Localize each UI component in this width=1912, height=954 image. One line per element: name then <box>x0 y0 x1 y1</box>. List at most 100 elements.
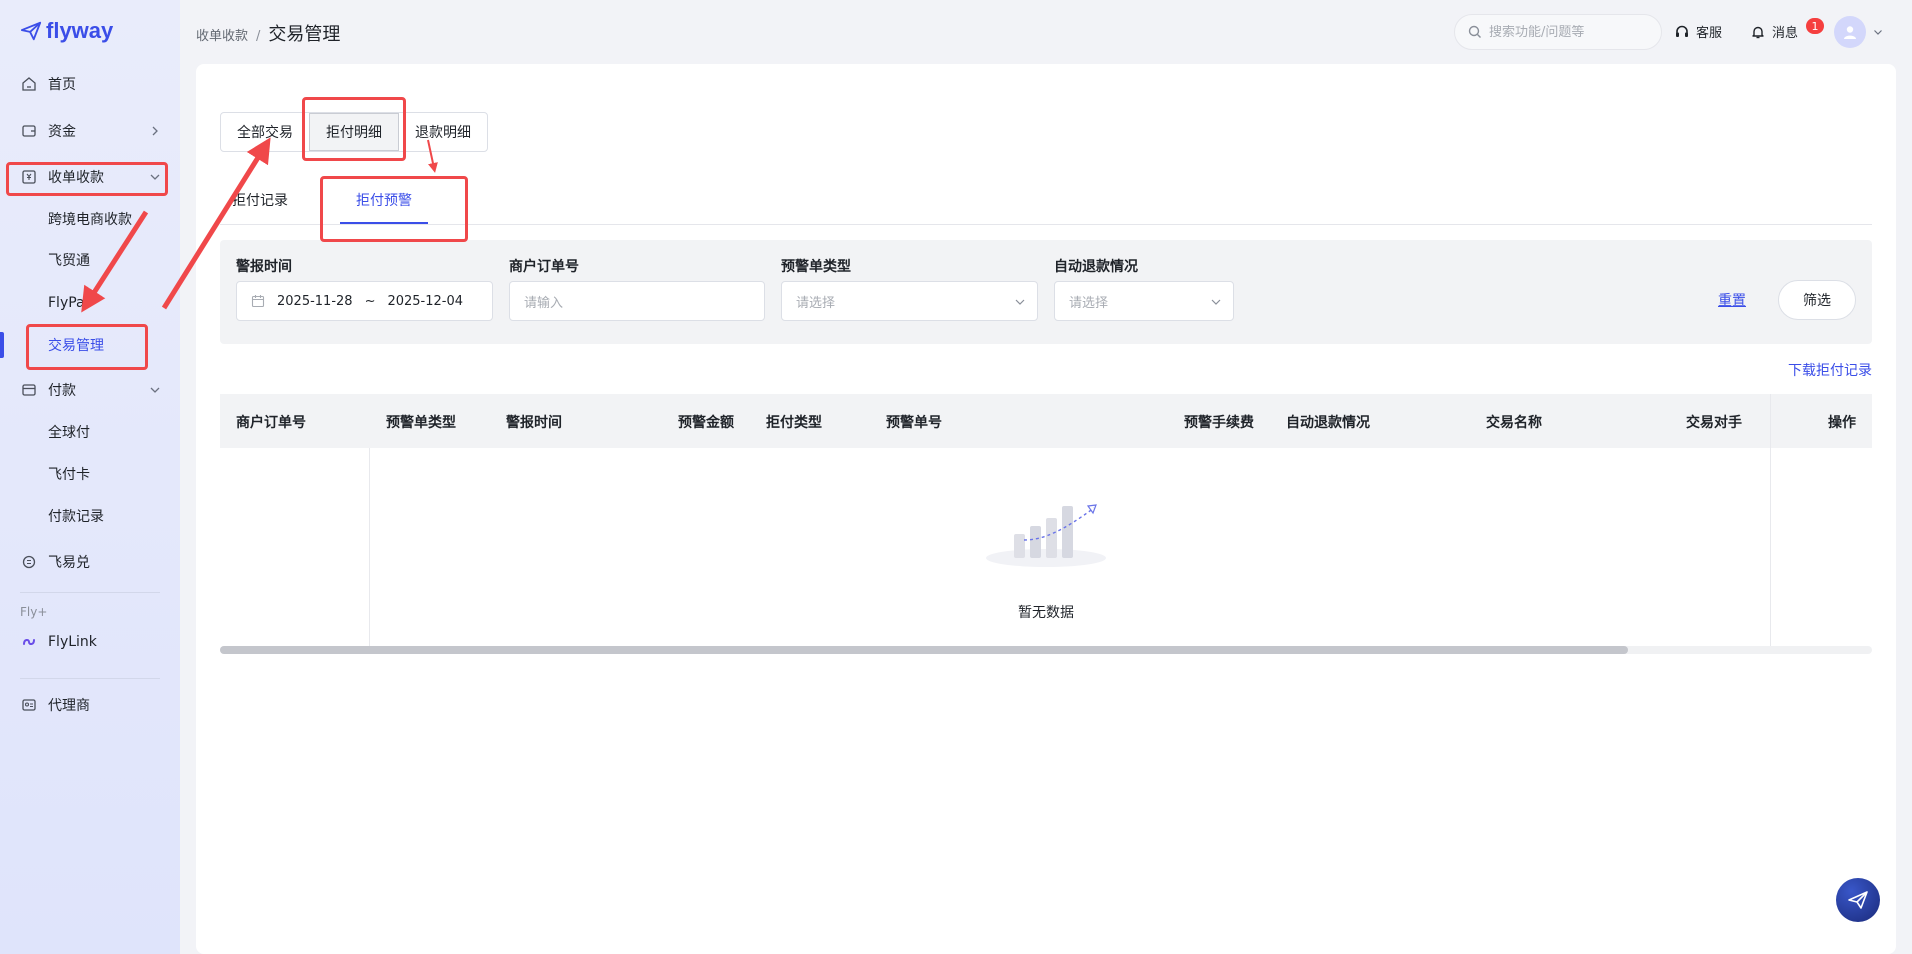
logo-text: flyway <box>46 18 114 43</box>
chevron-right-icon <box>152 126 158 136</box>
breadcrumb-separator: / <box>256 29 261 44</box>
column-header: 预警单号 <box>886 415 942 431</box>
sidebar-item-label: 代理商 <box>48 698 90 714</box>
chevron-down-icon <box>1211 299 1221 305</box>
support-label: 客服 <box>1696 26 1723 41</box>
annotation-box-chargeback <box>302 97 406 161</box>
sidebar-sub-pay-records[interactable]: 付款记录 <box>0 499 180 533</box>
messages-button[interactable]: 消息 <box>1750 22 1798 41</box>
column-header: 预警手续费 <box>1184 415 1254 431</box>
date-start: 2025-11-28 <box>277 293 353 309</box>
chevron-down-icon <box>150 387 160 393</box>
column-header: 操作 <box>1828 415 1856 431</box>
page-title: 交易管理 <box>268 24 341 45</box>
fixed-column-border <box>1770 394 1771 654</box>
sidebar-sub-label: 全球付 <box>48 425 90 441</box>
sidebar-sub-label: FlyPa <box>48 295 85 311</box>
sidebar-sub-label: 飞付卡 <box>48 467 90 483</box>
chevron-down-icon[interactable] <box>1872 26 1884 38</box>
sidebar-item-agent[interactable]: 代理商 <box>0 687 180 723</box>
fixed-column-border <box>369 448 370 654</box>
order-no-field[interactable]: 请输入 <box>509 281 765 321</box>
auto-refund-label: 自动退款情况 <box>1054 259 1138 275</box>
empty-data-text: 暂无数据 <box>1018 605 1074 621</box>
breadcrumb: 收单收款 / 交易管理 <box>196 20 340 46</box>
flyway-logo[interactable]: flyway <box>20 18 113 44</box>
sidebar-item-flylink[interactable]: FlyLink <box>0 624 180 660</box>
exchange-icon <box>20 553 38 571</box>
order-no-label: 商户订单号 <box>509 259 579 275</box>
breadcrumb-parent[interactable]: 收单收款 <box>196 25 248 44</box>
download-records-link[interactable]: 下载拒付记录 <box>1788 360 1872 380</box>
reset-link[interactable]: 重置 <box>1718 290 1746 310</box>
column-header: 商户订单号 <box>236 415 306 431</box>
wallet-icon <box>20 122 38 140</box>
sidebar-sub-feimaotong[interactable]: 飞贸通 <box>0 243 180 277</box>
column-header: 交易名称 <box>1486 415 1542 431</box>
sidebar-sub-global-pay[interactable]: 全球付 <box>0 415 180 449</box>
scrollbar-thumb[interactable] <box>220 646 1628 654</box>
filter-button[interactable]: 筛选 <box>1778 280 1856 320</box>
sidebar-sub-cross-border[interactable]: 跨境电商收款 <box>0 202 180 236</box>
auto-refund-placeholder: 请选择 <box>1069 295 1109 311</box>
link-icon <box>20 633 38 651</box>
column-header: 预警金额 <box>678 415 734 431</box>
chevron-down-icon <box>1015 299 1025 305</box>
notification-badge: 1 <box>1806 18 1824 34</box>
search-input[interactable] <box>1489 24 1649 40</box>
avatar[interactable] <box>1834 16 1866 48</box>
tab-chargeback-records[interactable]: 拒付记录 <box>232 190 288 210</box>
sidebar-item-label: 付款 <box>48 383 76 399</box>
date-end: 2025-12-04 <box>387 293 464 309</box>
date-separator: ~ <box>364 293 376 309</box>
sidebar-sub-label: 付款记录 <box>48 509 104 525</box>
floating-action-button[interactable] <box>1836 878 1880 922</box>
calendar-icon <box>251 295 265 308</box>
sidebar-item-label: 飞易兑 <box>48 555 90 571</box>
order-no-placeholder: 请输入 <box>524 295 564 311</box>
annotation-box-transactions <box>26 324 148 370</box>
sidebar-sub-label: 跨境电商收款 <box>48 212 132 228</box>
empty-data-icon <box>986 504 1106 567</box>
tab-all-transactions[interactable]: 全部交易 <box>221 113 309 151</box>
card-icon <box>20 381 38 399</box>
sidebar: flyway 首页 资金 收单收款 跨境电商收款 飞贸通 FlyPa 交易管理 … <box>0 0 180 954</box>
auto-refund-select[interactable]: 请选择 <box>1054 281 1234 321</box>
alert-type-select[interactable]: 请选择 <box>781 281 1038 321</box>
sidebar-item-home[interactable]: 首页 <box>0 66 180 102</box>
alert-time-label: 警报时间 <box>236 259 292 275</box>
sidebar-divider <box>20 592 160 593</box>
column-header: 自动退款情况 <box>1286 415 1370 431</box>
agent-icon <box>20 696 38 714</box>
annotation-box-receive <box>6 162 168 196</box>
sidebar-sub-fly-card[interactable]: 飞付卡 <box>0 457 180 491</box>
sidebar-item-exchange[interactable]: 飞易兑 <box>0 544 180 580</box>
search-box[interactable] <box>1454 14 1662 50</box>
home-icon <box>20 75 38 93</box>
column-header: 交易对手 <box>1686 415 1742 431</box>
sidebar-item-label: 资金 <box>48 124 76 140</box>
paper-plane-icon <box>1848 891 1868 909</box>
date-range-picker[interactable]: 2025-11-28 ~ 2025-12-04 <box>236 281 493 321</box>
sidebar-sub-flypay[interactable]: FlyPa <box>0 286 180 320</box>
sidebar-item-label: 首页 <box>48 77 76 93</box>
support-button[interactable]: 客服 <box>1674 22 1722 41</box>
sidebar-section-label: Fly+ <box>20 605 48 619</box>
sidebar-divider <box>20 678 160 679</box>
user-icon <box>1844 26 1856 39</box>
search-icon <box>1468 25 1481 38</box>
annotation-box-alerts <box>320 176 468 242</box>
sidebar-item-label: FlyLink <box>48 634 97 650</box>
sidebar-item-payment[interactable]: 付款 <box>0 372 180 408</box>
column-header: 拒付类型 <box>766 415 822 431</box>
sidebar-sub-label: 飞贸通 <box>48 253 90 269</box>
paper-plane-icon <box>20 21 42 41</box>
messages-label: 消息 <box>1772 26 1799 41</box>
tab-refund-details[interactable]: 退款明细 <box>399 113 487 151</box>
column-header: 警报时间 <box>506 415 562 431</box>
alert-type-placeholder: 请选择 <box>796 295 836 311</box>
sidebar-item-funds[interactable]: 资金 <box>0 113 180 149</box>
bell-icon <box>1752 26 1764 38</box>
alert-type-label: 预警单类型 <box>781 259 851 275</box>
column-header: 预警单类型 <box>386 415 456 431</box>
